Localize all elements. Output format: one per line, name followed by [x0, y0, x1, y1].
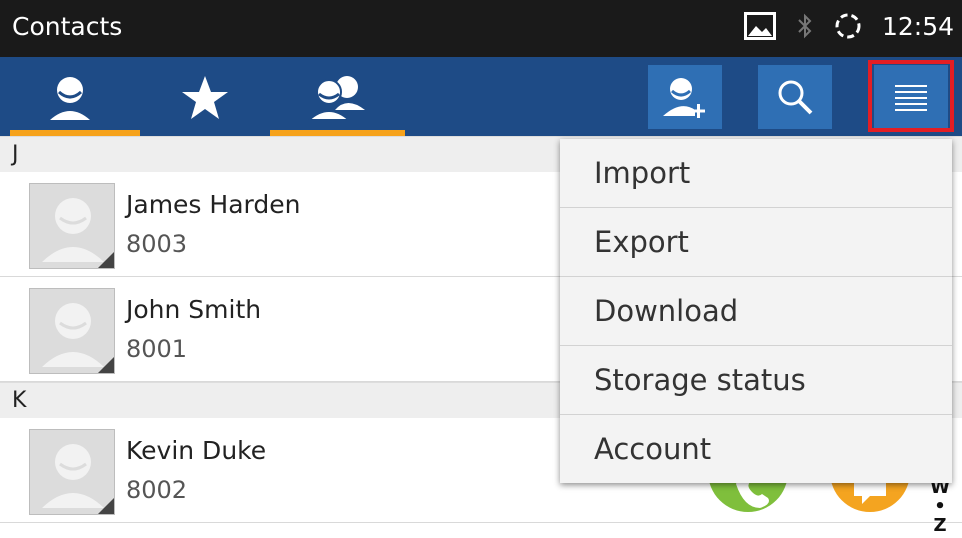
menu-item-download[interactable]: Download — [560, 277, 952, 346]
avatar — [29, 183, 115, 269]
search-icon — [778, 80, 813, 115]
star-icon — [182, 75, 228, 119]
overflow-menu: Import Export Download Storage status Ac… — [560, 139, 952, 483]
menu-item-account[interactable]: Account — [560, 415, 952, 483]
avatar — [29, 288, 115, 374]
default-avatar-icon — [42, 444, 114, 514]
group-icon — [305, 75, 365, 121]
tab-favorites[interactable] — [140, 57, 270, 136]
contact-name: Kevin Duke — [126, 436, 267, 465]
search-button[interactable] — [758, 65, 832, 129]
default-avatar-icon — [42, 303, 114, 373]
status-bar: Contacts 12:54 — [0, 0, 962, 57]
default-avatar-icon — [42, 198, 114, 268]
tab-contacts[interactable] — [0, 57, 140, 136]
app-title: Contacts — [12, 12, 123, 41]
action-bar — [0, 57, 962, 136]
menu-button-highlight — [868, 60, 954, 132]
bluetooth-icon — [798, 13, 812, 39]
image-icon — [743, 12, 776, 40]
contact-number: 8001 — [126, 335, 188, 363]
tab-groups[interactable] — [270, 57, 405, 136]
add-contact-button[interactable] — [648, 65, 722, 129]
add-contact-icon — [663, 78, 705, 118]
menu-item-storage-status[interactable]: Storage status — [560, 346, 952, 415]
avatar — [29, 429, 115, 515]
menu-item-import[interactable]: Import — [560, 139, 952, 208]
alphabet-scroller[interactable]: W • Z — [930, 478, 950, 535]
contact-number: 8002 — [126, 476, 188, 504]
sync-icon — [835, 13, 861, 39]
contact-name: James Harden — [126, 190, 301, 219]
scroll-dot: • — [934, 496, 946, 517]
clock: 12:54 — [881, 11, 954, 41]
contact-number: 8003 — [126, 230, 188, 258]
scroll-letter-z: Z — [933, 515, 947, 536]
person-icon — [50, 76, 90, 120]
menu-item-export[interactable]: Export — [560, 208, 952, 277]
contact-name: John Smith — [126, 295, 262, 324]
